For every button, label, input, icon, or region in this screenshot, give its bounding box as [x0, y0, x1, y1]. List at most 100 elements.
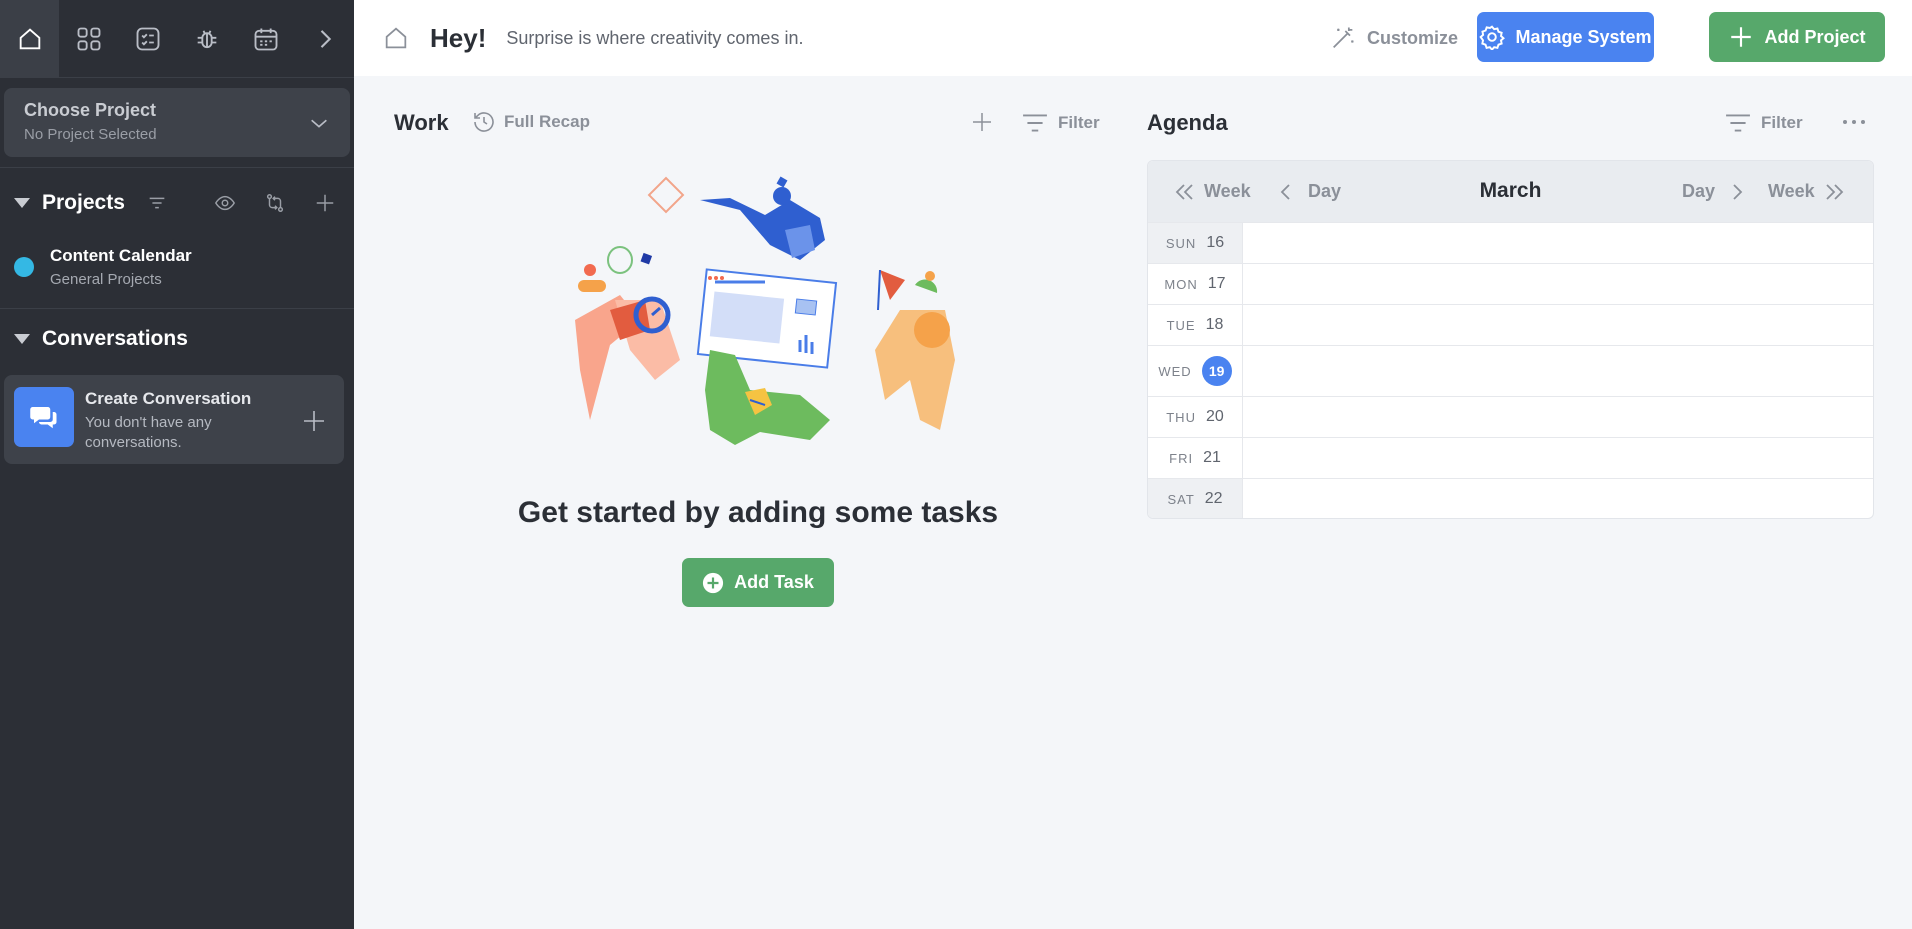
empty-state-title: Get started by adding some tasks [517, 496, 999, 529]
day-of-week: MON [1164, 276, 1198, 292]
add-work-icon[interactable] [970, 110, 994, 134]
day-of-week: FRI [1169, 450, 1194, 466]
day-of-week: TUE [1166, 317, 1196, 333]
add-task-button[interactable]: Add Task [682, 558, 834, 607]
create-conversation-card[interactable]: Create Conversation You don't have any c… [4, 375, 344, 464]
top-header: Hey! Surprise is where creativity comes … [354, 0, 1912, 76]
agenda-filter-label: Filter [1761, 113, 1803, 132]
full-recap-label: Full Recap [504, 112, 590, 131]
day-number: 21 [1203, 449, 1221, 466]
manage-system-button[interactable]: Manage System [1477, 12, 1654, 62]
project-color-dot [14, 257, 34, 277]
agenda-day-label: TUE 18 [1148, 305, 1243, 345]
agenda-day-label: WED 19 [1148, 346, 1243, 396]
chat-bubbles-icon [14, 387, 74, 447]
checklist-icon [136, 27, 159, 51]
agenda-filter-button[interactable]: Filter [1725, 112, 1803, 134]
agenda-day-row[interactable]: TUE 18 [1148, 304, 1873, 345]
agenda-day-cell[interactable] [1243, 397, 1873, 437]
sidebar: Choose Project No Project Selected Proje… [0, 0, 354, 929]
home-icon[interactable] [382, 24, 410, 52]
grid-icon [77, 27, 100, 51]
next-day-label: Day [1682, 181, 1716, 201]
bugs-nav-button[interactable] [177, 0, 236, 78]
filter-icon [1726, 114, 1750, 132]
work-filter-button[interactable]: Filter [1022, 112, 1100, 134]
full-recap-button[interactable]: Full Recap [472, 110, 590, 134]
agenda-day-label: THU 20 [1148, 397, 1243, 437]
day-number: 22 [1204, 490, 1223, 507]
eye-icon[interactable] [214, 192, 236, 214]
next-week-label: Week [1768, 181, 1815, 201]
project-item[interactable]: Content Calendar General Projects [0, 230, 354, 304]
customize-button[interactable]: Customize [1329, 24, 1458, 52]
sort-icon[interactable] [146, 192, 168, 214]
empty-state-illustration [575, 176, 955, 445]
agenda-day-row[interactable]: THU 20 [1148, 396, 1873, 437]
agenda-title: Agenda [1147, 110, 1228, 135]
add-task-label: Add Task [734, 572, 814, 592]
agenda-day-row[interactable]: SUN 16 [1148, 222, 1873, 263]
next-day-button[interactable]: Day [1682, 161, 1749, 222]
tagline: Surprise is where creativity comes in. [506, 27, 804, 48]
day-number: 18 [1205, 316, 1224, 333]
collapse-caret-icon[interactable] [14, 334, 30, 344]
choose-project-dropdown[interactable]: Choose Project No Project Selected [4, 88, 350, 157]
agenda-day-cell[interactable] [1243, 223, 1873, 263]
agenda-day-label: MON 17 [1148, 264, 1243, 304]
dashboard-nav-button[interactable] [59, 0, 118, 78]
day-of-week: SUN [1165, 235, 1197, 251]
plus-icon [1731, 27, 1752, 47]
agenda-day-cell[interactable] [1243, 264, 1873, 304]
create-conversation-title: Create Conversation [85, 389, 252, 408]
add-project-label: Add Project [1764, 26, 1866, 47]
agenda-header: Week Day March Day Week [1148, 161, 1873, 222]
agenda-calendar: Week Day March Day Week SUN 16 MON 17 TUE 1… [1147, 160, 1874, 519]
home-icon [19, 28, 40, 50]
magic-wand-icon [1333, 27, 1354, 48]
collapse-caret-icon[interactable] [14, 198, 30, 208]
home-nav-button[interactable] [0, 0, 59, 78]
create-conversation-subtitle: You don't have any conversations. [85, 414, 212, 451]
bug-icon [197, 30, 216, 49]
chevron-right-icon [320, 30, 331, 48]
agenda-day-row[interactable]: WED 19 [1148, 345, 1873, 396]
projects-section-header: Projects [0, 168, 354, 238]
history-icon [474, 112, 494, 132]
more-horizontal-icon[interactable] [1842, 118, 1866, 126]
conversations-section-header: Conversations [0, 309, 354, 369]
agenda-day-row[interactable]: SAT 22 [1148, 478, 1873, 518]
day-number: 17 [1207, 275, 1226, 292]
next-week-button[interactable]: Week [1768, 161, 1847, 222]
projects-section-title: Projects [42, 191, 125, 214]
manage-system-label: Manage System [1515, 26, 1652, 47]
customize-label: Customize [1367, 27, 1459, 48]
day-of-week: THU [1166, 409, 1196, 425]
agenda-day-row[interactable]: MON 17 [1148, 263, 1873, 304]
work-title: Work [394, 110, 449, 135]
plus-icon[interactable] [302, 409, 326, 433]
filter-icon [1023, 114, 1047, 132]
tasks-nav-button[interactable] [118, 0, 177, 78]
agenda-day-label: FRI 21 [1148, 438, 1243, 478]
agenda-day-cell[interactable] [1243, 438, 1873, 478]
plus-icon[interactable] [314, 192, 336, 214]
day-number: 16 [1206, 234, 1225, 251]
today-badge: 19 [1201, 356, 1232, 386]
greeting: Hey! [430, 22, 487, 53]
double-chevron-right-icon [1826, 183, 1843, 200]
calendar-icon [254, 28, 277, 51]
calendar-nav-button[interactable] [236, 0, 295, 78]
choose-project-title: Choose Project [24, 100, 157, 120]
project-name: Content Calendar [50, 246, 192, 265]
chevron-right-icon [1733, 183, 1743, 200]
git-compare-icon[interactable] [264, 192, 286, 214]
agenda-day-cell[interactable] [1243, 479, 1873, 518]
agenda-day-cell[interactable] [1243, 346, 1873, 396]
day-of-week: SAT [1167, 491, 1195, 507]
add-project-button[interactable]: Add Project [1709, 12, 1885, 62]
agenda-day-cell[interactable] [1243, 305, 1873, 345]
agenda-day-row[interactable]: FRI 21 [1148, 437, 1873, 478]
chevron-down-icon [311, 119, 327, 128]
expand-sidebar-button[interactable] [295, 0, 354, 78]
